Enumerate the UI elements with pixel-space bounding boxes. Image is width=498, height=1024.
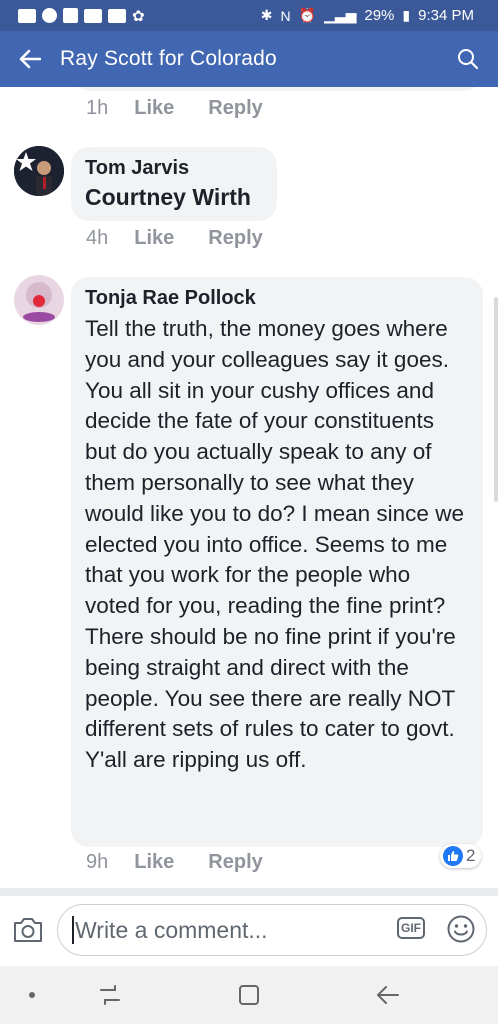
home-button[interactable] xyxy=(238,984,260,1011)
back-arrow-icon xyxy=(377,986,399,1004)
recent-apps-button[interactable] xyxy=(98,984,122,1011)
like-button[interactable]: Like xyxy=(134,97,174,120)
avatar-image xyxy=(14,275,64,325)
text-cursor xyxy=(72,916,74,944)
divider xyxy=(0,888,498,896)
system-status: ✱ N ⏰ ▁▃▅ 29% ▮ 9:34 PM xyxy=(261,7,498,24)
gif-button[interactable]: GIF xyxy=(397,917,425,939)
comment-actions: 9h Like Reply xyxy=(86,851,297,874)
reply-button[interactable]: Reply xyxy=(208,851,262,874)
reply-button[interactable]: Reply xyxy=(208,97,262,120)
like-button[interactable]: Like xyxy=(134,851,174,874)
reaction-count[interactable]: 2 xyxy=(440,844,482,868)
home-square-icon xyxy=(239,985,259,1005)
emoji-button[interactable] xyxy=(446,914,476,944)
app-bar: Ray Scott for Colorado xyxy=(0,31,498,87)
comment-actions: 4h Like Reply xyxy=(86,227,297,250)
nfc-icon: N xyxy=(280,7,291,24)
messenger-icon xyxy=(42,8,57,23)
comment-input-placeholder: Write a comment... xyxy=(75,916,268,943)
reaction-count-number: 2 xyxy=(466,846,476,865)
notification-icons: ✿ xyxy=(0,7,145,25)
status-bar: ✿ ✱ N ⏰ ▁▃▅ 29% ▮ 9:34 PM xyxy=(0,0,498,31)
battery-percent: 29% xyxy=(364,7,395,24)
like-button[interactable]: Like xyxy=(134,227,174,250)
avatar-image xyxy=(14,146,64,196)
search-button[interactable] xyxy=(438,31,498,87)
facebook-icon xyxy=(63,8,78,23)
bluetooth-icon: ✱ xyxy=(260,7,273,23)
avatar[interactable] xyxy=(14,275,64,325)
alarm-icon: ⏰ xyxy=(298,7,317,23)
battery-icon: ▮ xyxy=(402,7,411,23)
comment-time: 4h xyxy=(86,227,109,249)
camera-icon xyxy=(14,918,42,942)
video-icon xyxy=(108,8,126,23)
message-icon xyxy=(18,8,36,23)
comment-feed[interactable]: 1h Like Reply Tom Jarvis Courtney Wirth … xyxy=(0,87,498,887)
comment-time: 1h xyxy=(86,97,109,119)
system-back-button[interactable] xyxy=(376,984,400,1011)
nav-dot-icon[interactable] xyxy=(29,992,35,998)
back-button[interactable] xyxy=(0,31,60,87)
pinwheel-icon: ✿ xyxy=(132,7,145,25)
smiley-icon xyxy=(447,915,475,943)
comment-actions: 1h Like Reply xyxy=(86,97,297,120)
system-nav-bar xyxy=(0,966,498,1024)
previous-comment-bubble xyxy=(72,87,482,91)
search-icon xyxy=(458,49,479,70)
clock: 9:34 PM xyxy=(418,7,474,24)
comment-bubble[interactable]: Tonja Rae Pollock Tell the truth, the mo… xyxy=(71,277,483,847)
comment-time: 9h xyxy=(86,851,109,873)
comment-composer: Write a comment... GIF xyxy=(0,896,498,966)
camera-button[interactable] xyxy=(12,916,46,948)
mention-link[interactable]: Courtney Wirth xyxy=(85,184,263,211)
scrollbar[interactable] xyxy=(494,297,498,502)
recent-apps-icon xyxy=(100,985,120,1005)
reply-button[interactable]: Reply xyxy=(208,227,262,250)
page-title: Ray Scott for Colorado xyxy=(60,47,277,70)
arrow-left-icon xyxy=(19,49,41,69)
thumbs-up-icon xyxy=(443,846,463,866)
comment-bubble[interactable]: Tom Jarvis Courtney Wirth xyxy=(71,147,277,221)
signal-icon: ▁▃▅ xyxy=(324,7,357,23)
gallery-icon xyxy=(84,8,102,23)
comment-author[interactable]: Tom Jarvis xyxy=(85,157,263,180)
comment-text: Tell the truth, the money goes where you… xyxy=(85,316,464,773)
comment-author[interactable]: Tonja Rae Pollock xyxy=(85,287,469,310)
avatar[interactable] xyxy=(14,146,64,196)
